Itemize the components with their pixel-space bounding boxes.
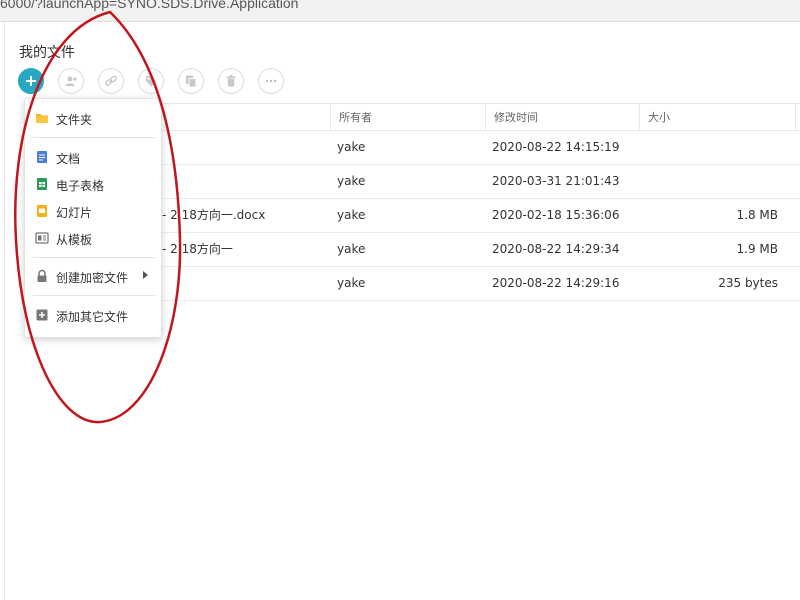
menu-item-document[interactable]: 文档 [25, 145, 161, 171]
share-user-button[interactable] [58, 68, 84, 94]
table-header: 所有者 修改时间 大小 [160, 103, 800, 131]
file-modified: 2020-08-22 14:29:16 [492, 276, 620, 290]
file-owner: yake [337, 174, 366, 188]
page-title: 我的文件 [19, 45, 75, 61]
menu-item-label: 文件夹 [56, 113, 93, 127]
document-icon [37, 151, 47, 163]
column-size-header[interactable]: 大小 [639, 104, 795, 131]
column-extra-header [795, 104, 800, 131]
menu-divider [33, 295, 155, 296]
file-owner: yake [337, 242, 366, 256]
column-modified-header[interactable]: 修改时间 [485, 104, 639, 131]
browser-url-bar[interactable]: 6000/?launchApp=SYNO.SDS.Drive.Applicati… [0, 0, 800, 22]
menu-item-label: 电子表格 [56, 179, 105, 193]
trash-icon [226, 75, 236, 87]
tag-icon [146, 76, 157, 87]
menu-divider [33, 137, 155, 138]
menu-item-slides[interactable]: 幻灯片 [25, 199, 161, 225]
file-modified: 2020-08-22 14:29:34 [492, 242, 620, 256]
menu-item-label: 文档 [56, 152, 81, 166]
copy-button[interactable] [178, 68, 204, 94]
add-user-icon [65, 76, 77, 86]
menu-item-folder[interactable]: 文件夹 [25, 106, 161, 132]
menu-item-add-other-file[interactable]: 添加其它文件 [25, 303, 161, 329]
link-icon [105, 75, 117, 86]
template-icon [35, 232, 49, 244]
table-row[interactable]: yake 2020-08-22 14:15:19 [160, 131, 800, 165]
menu-item-label: 创建加密文件 [56, 271, 129, 285]
file-modified: 2020-02-18 15:36:06 [492, 208, 620, 222]
file-name: - 2.18方向一.docx [162, 208, 266, 222]
link-button[interactable] [98, 68, 124, 94]
new-button[interactable] [18, 68, 44, 94]
more-icon [265, 79, 277, 83]
menu-item-label: 从模板 [56, 233, 93, 247]
table-row[interactable]: yake 2020-08-22 14:29:16 235 bytes [160, 267, 800, 301]
spreadsheet-icon [37, 178, 47, 190]
menu-item-encrypted-file[interactable]: 创建加密文件 [25, 264, 161, 290]
file-owner: yake [337, 140, 366, 154]
url-text[interactable]: 6000/?launchApp=SYNO.SDS.Drive.Applicati… [0, 0, 298, 11]
delete-button[interactable] [218, 68, 244, 94]
create-menu: 文件夹 文档 电子表格 幻灯片 从模板 创建加密文件 添加其它文件 [24, 98, 162, 338]
folder-icon [36, 114, 48, 123]
table-row[interactable]: - 2.18方向一.docx yake 2020-02-18 15:36:06 … [160, 199, 800, 233]
file-size: 1.8 MB [736, 208, 778, 222]
tag-button[interactable] [138, 68, 164, 94]
menu-item-label: 幻灯片 [56, 206, 93, 220]
file-size: 235 bytes [718, 276, 778, 290]
file-owner: yake [337, 276, 366, 290]
table-row[interactable]: yake 2020-03-31 21:01:43 [160, 165, 800, 199]
app-left-border [4, 22, 5, 600]
submenu-arrow-icon [143, 271, 148, 279]
column-owner-header[interactable]: 所有者 [330, 104, 485, 131]
menu-divider [33, 257, 155, 258]
plus-icon [26, 76, 36, 86]
file-owner: yake [337, 208, 366, 222]
menu-item-spreadsheet[interactable]: 电子表格 [25, 172, 161, 198]
menu-item-template[interactable]: 从模板 [25, 226, 161, 252]
table-row[interactable]: - 2.18方向一 yake 2020-08-22 14:29:34 1.9 M… [160, 233, 800, 267]
more-button[interactable] [258, 68, 284, 94]
file-modified: 2020-08-22 14:15:19 [492, 140, 620, 154]
file-size: 1.9 MB [736, 242, 778, 256]
file-modified: 2020-03-31 21:01:43 [492, 174, 620, 188]
add-file-icon [36, 309, 48, 321]
slides-icon [37, 205, 47, 217]
file-name: - 2.18方向一 [162, 242, 233, 256]
menu-item-label: 添加其它文件 [56, 310, 129, 324]
lock-icon [37, 269, 47, 282]
copy-icon [186, 75, 197, 88]
